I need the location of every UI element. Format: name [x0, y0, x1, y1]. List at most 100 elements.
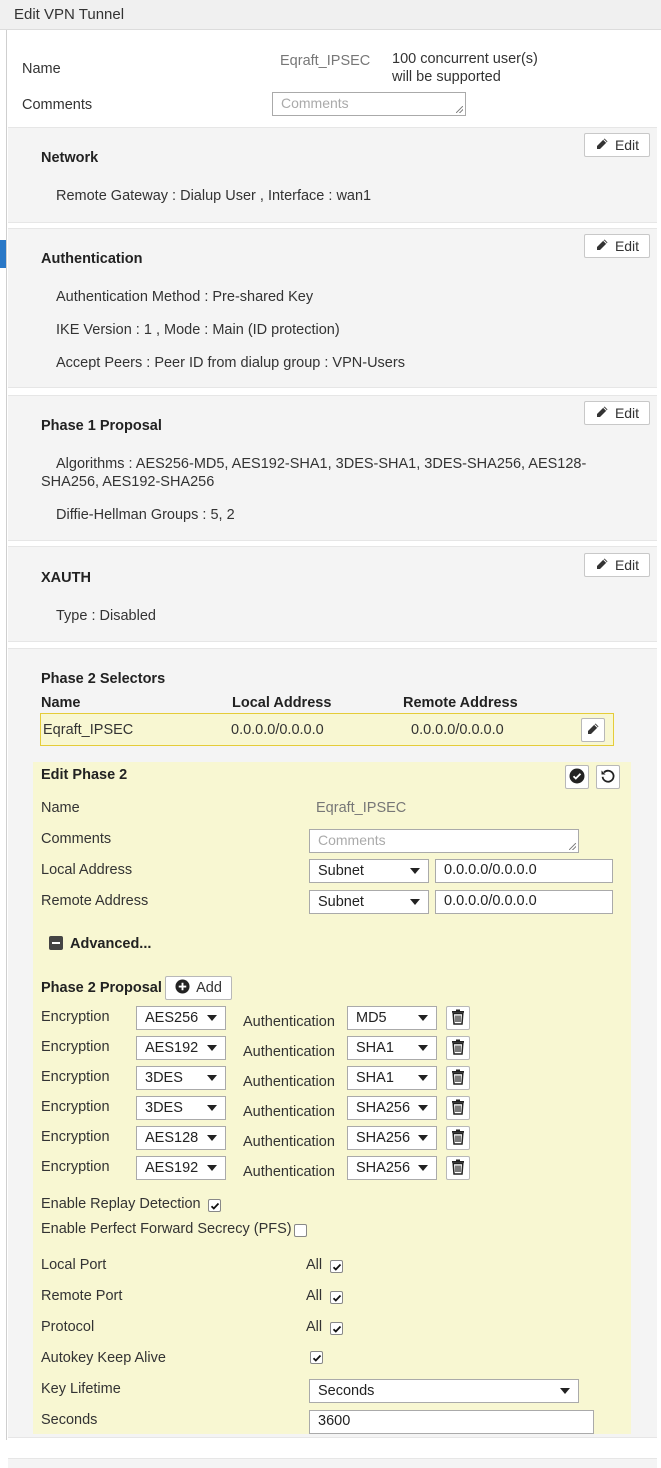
encryption-label: Encryption — [41, 1009, 110, 1025]
authentication-select[interactable]: SHA256 — [347, 1156, 437, 1180]
network-edit-button[interactable]: Edit — [584, 133, 650, 157]
authentication-title: Authentication — [41, 251, 143, 267]
phase1-edit-button[interactable]: Edit — [584, 401, 650, 425]
authentication-select[interactable]: SHA1 — [347, 1066, 437, 1090]
xauth-type-text: Type : Disabled — [56, 608, 156, 624]
delete-proposal-button[interactable] — [446, 1006, 470, 1030]
authentication-select[interactable]: SHA256 — [347, 1126, 437, 1150]
select-value: Subnet — [318, 863, 364, 879]
trash-icon — [451, 1039, 465, 1058]
chevron-down-icon — [207, 1165, 217, 1171]
authentication-label: Authentication — [243, 1164, 335, 1180]
trash-icon — [451, 1009, 465, 1028]
delete-proposal-button[interactable] — [446, 1066, 470, 1090]
collapse-icon[interactable] — [49, 936, 63, 950]
edit-label: Edit — [614, 557, 640, 573]
authentication-select[interactable]: MD5 — [347, 1006, 437, 1030]
bottom-panel-edge — [8, 1458, 657, 1468]
encryption-select[interactable]: AES256 — [136, 1006, 226, 1030]
encryption-select[interactable]: AES192 — [136, 1156, 226, 1180]
encryption-select[interactable]: AES192 — [136, 1036, 226, 1060]
select-value: SHA256 — [356, 1130, 411, 1146]
p2-name-value: Eqraft_IPSEC — [316, 800, 407, 816]
authentication-select[interactable]: SHA256 — [347, 1096, 437, 1120]
xauth-panel — [8, 546, 657, 642]
pfs-checkbox[interactable] — [294, 1224, 307, 1237]
local-port-all-label: All — [306, 1257, 323, 1273]
trash-icon — [451, 1129, 465, 1148]
encryption-select[interactable]: 3DES — [136, 1096, 226, 1120]
select-value: AES256 — [145, 1010, 199, 1026]
chevron-down-icon — [207, 1015, 217, 1021]
select-value: SHA256 — [356, 1100, 411, 1116]
pfs-label: Enable Perfect Forward Secrecy (PFS) — [41, 1221, 292, 1237]
checkmark-circle-icon — [569, 768, 585, 787]
confirm-button[interactable] — [565, 765, 589, 789]
undo-button[interactable] — [596, 765, 620, 789]
select-value: SHA1 — [356, 1070, 394, 1086]
remote-port-all-label: All — [306, 1288, 323, 1304]
remote-address-input[interactable]: 0.0.0.0/0.0.0.0 — [435, 890, 613, 914]
protocol-all-checkbox[interactable] — [330, 1322, 343, 1335]
xauth-edit-button[interactable]: Edit — [584, 553, 650, 577]
remote-gateway-text: Remote Gateway : Dialup User , Interface… — [56, 188, 372, 204]
seconds-input[interactable]: 3600 — [309, 1410, 594, 1434]
key-lifetime-label: Key Lifetime — [41, 1381, 121, 1397]
local-port-label: Local Port — [41, 1257, 107, 1273]
accept-peers-text: Accept Peers : Peer ID from dialup group… — [56, 355, 405, 371]
comments-label: Comments — [22, 97, 93, 113]
p2-comments-textarea[interactable]: Comments — [309, 829, 579, 853]
delete-proposal-button[interactable] — [446, 1126, 470, 1150]
select-value: SHA256 — [356, 1160, 411, 1176]
dh-groups-text: Diffie-Hellman Groups : 5, 2 — [56, 507, 235, 523]
xauth-title: XAUTH — [41, 570, 91, 586]
selector-edit-button[interactable] — [581, 718, 605, 742]
chevron-down-icon — [207, 1075, 217, 1081]
local-address-type-select[interactable]: Subnet — [309, 859, 429, 883]
protocol-label: Protocol — [41, 1319, 95, 1335]
window-title: Edit VPN Tunnel — [0, 0, 661, 30]
add-proposal-button[interactable]: Add — [165, 976, 232, 1000]
select-value: Seconds — [318, 1383, 375, 1399]
p2-local-address-label: Local Address — [41, 862, 133, 878]
chevron-down-icon — [410, 899, 420, 905]
add-label: Add — [196, 980, 222, 996]
replay-detection-checkbox[interactable] — [208, 1199, 221, 1212]
remote-address-type-select[interactable]: Subnet — [309, 890, 429, 914]
replay-detection-label: Enable Replay Detection — [41, 1196, 201, 1212]
chevron-down-icon — [207, 1135, 217, 1141]
delete-proposal-button[interactable] — [446, 1096, 470, 1120]
pencil-icon — [586, 722, 600, 739]
left-divider — [6, 30, 7, 1440]
remote-port-all-checkbox[interactable] — [330, 1291, 343, 1304]
edit-label: Edit — [614, 405, 640, 421]
local-address-input[interactable]: 0.0.0.0/0.0.0.0 — [435, 859, 613, 883]
key-lifetime-select[interactable]: Seconds — [309, 1379, 579, 1403]
autokey-keepalive-checkbox[interactable] — [310, 1351, 323, 1364]
encryption-label: Encryption — [41, 1099, 110, 1115]
selector-local: 0.0.0.0/0.0.0.0 — [231, 722, 324, 738]
phase1-title: Phase 1 Proposal — [41, 418, 162, 434]
authentication-label: Authentication — [243, 1104, 335, 1120]
p2-remote-address-label: Remote Address — [41, 893, 149, 909]
protocol-all-label: All — [306, 1319, 323, 1335]
authentication-edit-button[interactable]: Edit — [584, 234, 650, 258]
advanced-toggle-label[interactable]: Advanced... — [70, 936, 151, 952]
encryption-select[interactable]: AES128 — [136, 1126, 226, 1150]
chevron-down-icon — [418, 1165, 428, 1171]
network-title: Network — [41, 150, 99, 166]
ike-version-text: IKE Version : 1 , Mode : Main (ID protec… — [56, 322, 340, 338]
chevron-down-icon — [418, 1015, 428, 1021]
comments-textarea[interactable]: Comments — [272, 92, 466, 116]
delete-proposal-button[interactable] — [446, 1156, 470, 1180]
select-value: Subnet — [318, 894, 364, 910]
delete-proposal-button[interactable] — [446, 1036, 470, 1060]
selector-name: Eqraft_IPSEC — [43, 722, 134, 738]
local-port-all-checkbox[interactable] — [330, 1260, 343, 1273]
trash-icon — [451, 1069, 465, 1088]
encryption-select[interactable]: 3DES — [136, 1066, 226, 1090]
select-value: 3DES — [145, 1100, 183, 1116]
side-tab-indicator[interactable] — [0, 240, 6, 268]
edit-phase2-title: Edit Phase 2 — [41, 767, 128, 783]
authentication-select[interactable]: SHA1 — [347, 1036, 437, 1060]
